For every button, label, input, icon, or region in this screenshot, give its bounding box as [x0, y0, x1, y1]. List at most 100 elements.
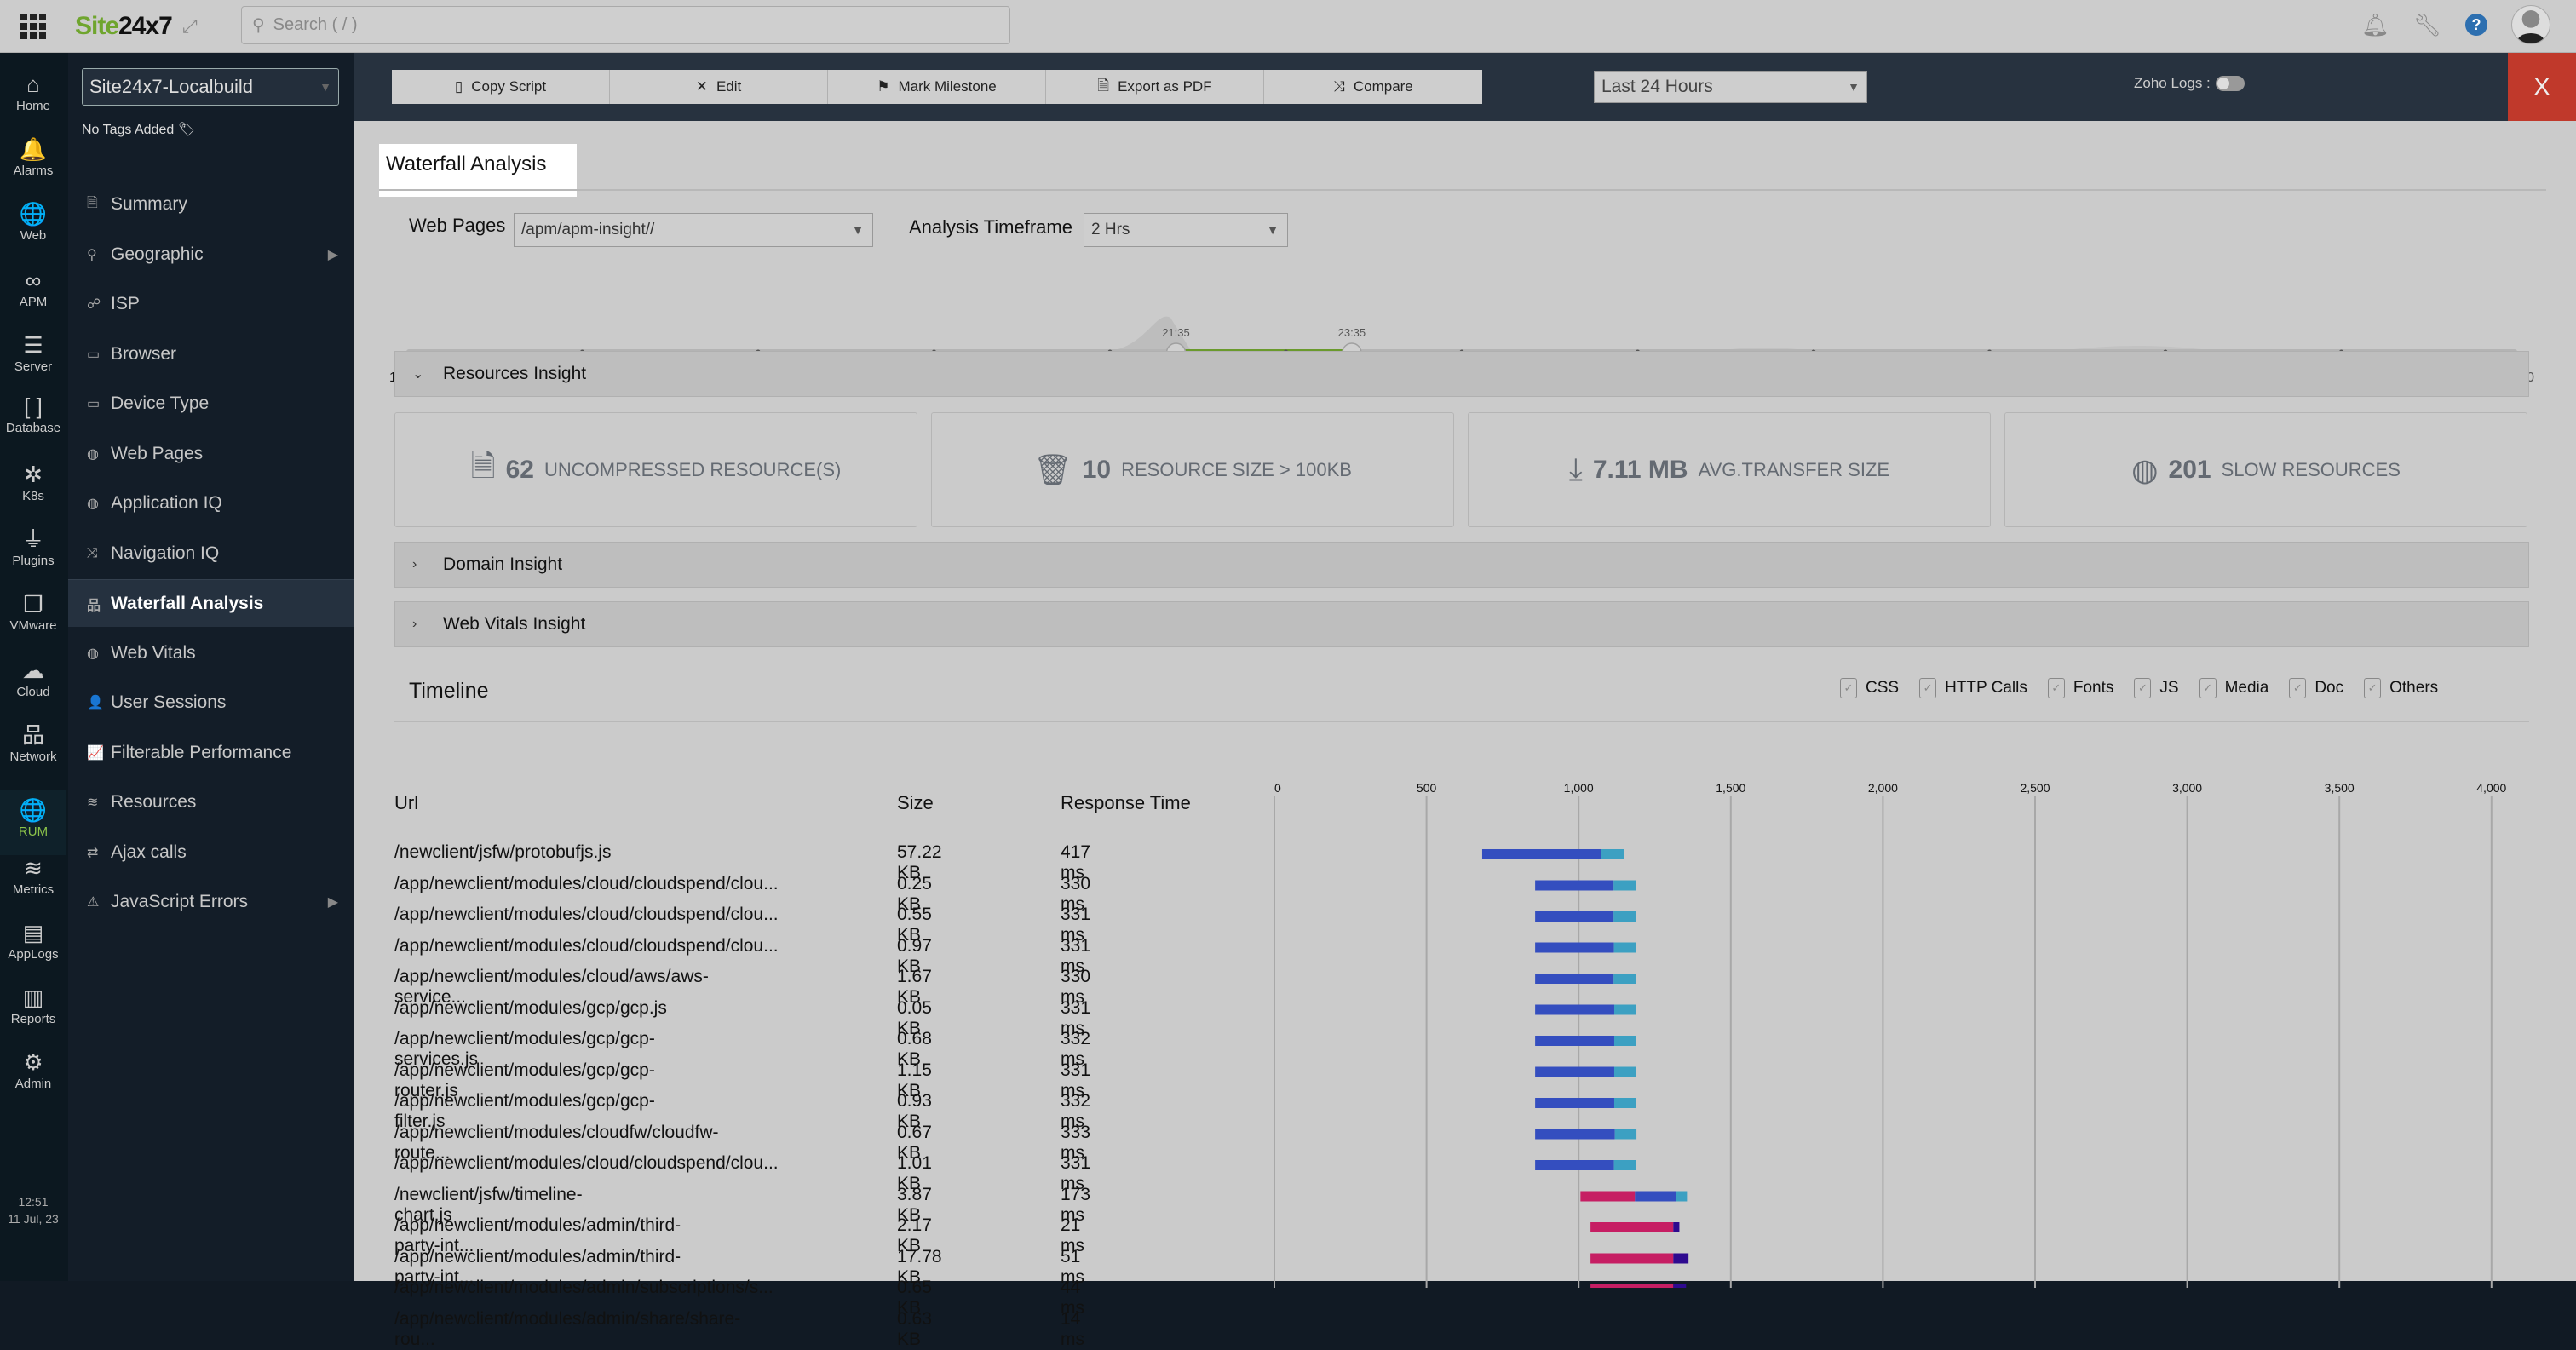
close-button[interactable]: X — [2508, 53, 2576, 121]
insight-card-avg-transfer-size[interactable]: ⤓ 7.11 MB AVG.TRANSFER SIZE — [1468, 412, 1991, 527]
row-url[interactable]: /app/newclient/modules/gcp/gcp.js — [394, 998, 667, 1019]
subnav-item-user-sessions[interactable]: 👤 User Sessions — [68, 679, 354, 727]
bar-segment-download[interactable] — [1614, 1129, 1637, 1140]
nav-applogs[interactable]: ▤ AppLogs — [0, 920, 66, 962]
expand-icon[interactable]: ⤢ — [182, 15, 198, 37]
bar-segment-wait[interactable] — [1590, 1284, 1674, 1288]
help-icon[interactable]: ? — [2465, 14, 2487, 36]
column-header-size[interactable]: Size — [897, 792, 934, 814]
bar-segment-connect[interactable] — [1481, 849, 1601, 859]
filter-css[interactable]: ✓ CSS — [1840, 678, 1899, 698]
column-header-response-time[interactable]: Response Time — [1061, 792, 1191, 814]
filter-fonts[interactable]: ✓ Fonts — [2047, 678, 2113, 698]
nav-server[interactable]: ☰ Server — [0, 332, 66, 374]
checkbox-fonts[interactable]: ✓ — [2047, 678, 2065, 698]
row-url[interactable]: /app/newclient/modules/cloud/cloudspend/… — [394, 874, 779, 894]
row-url[interactable]: /app/newclient/modules/admin/share/share… — [394, 1309, 740, 1350]
subnav-item-web-pages[interactable]: ◍ Web Pages — [68, 430, 354, 478]
copy-script-button[interactable]: ▯ Copy Script — [392, 70, 610, 104]
bar-segment-connect[interactable] — [1535, 880, 1614, 891]
row-url[interactable]: /app/newclient/modules/cloud/cloudspend/… — [394, 905, 779, 925]
subnav-item-web-vitals[interactable]: ◍ Web Vitals — [68, 629, 354, 677]
bar-segment-connect[interactable] — [1535, 1160, 1614, 1170]
wrench-icon[interactable]: 🔧︎ — [2413, 12, 2441, 38]
bar-segment-connect[interactable] — [1535, 1004, 1614, 1015]
nav-admin[interactable]: ⚙ Admin — [0, 1049, 66, 1091]
mark-milestone-button[interactable]: ⚑ Mark Milestone — [828, 70, 1046, 104]
bar-segment-download[interactable] — [1613, 880, 1636, 891]
filter-js[interactable]: ✓ JS — [2134, 678, 2179, 698]
nav-web[interactable]: 🌐 Web — [0, 201, 66, 243]
export-as-pdf-button[interactable]: 🗎 Export as PDF — [1046, 70, 1264, 104]
web-pages-select[interactable]: /apm/apm-insight// ▼ — [514, 213, 873, 247]
domain-insight-header[interactable]: › Domain Insight — [394, 542, 2529, 588]
bar-segment-download[interactable] — [1676, 1191, 1688, 1202]
subnav-item-isp[interactable]: ☍ ISP — [68, 280, 354, 328]
insight-card-slow-resources[interactable]: ◍ 201 SLOW RESOURCES — [2004, 412, 2527, 527]
bar-segment-download[interactable] — [1601, 849, 1624, 859]
row-url[interactable]: /app/newclient/modules/cloud/cloudspend/… — [394, 1153, 779, 1174]
bar-segment-download[interactable] — [1613, 1066, 1636, 1077]
subnav-item-browser[interactable]: ▭ Browser — [68, 330, 354, 378]
row-url[interactable]: /app/newclient/modules/cloud/cloudspend/… — [394, 936, 779, 956]
bar-segment-download[interactable] — [1613, 1160, 1636, 1170]
insight-card-resource-size-100kb[interactable]: 🗑 10 RESOURCE SIZE > 100KB — [931, 412, 1454, 527]
filter-media[interactable]: ✓ Media — [2199, 678, 2268, 698]
web-vitals-insight-header[interactable]: › Web Vitals Insight — [394, 601, 2529, 647]
nav-cloud[interactable]: ☁ Cloud — [0, 658, 66, 699]
nav-home[interactable]: ⌂ Home — [0, 72, 66, 113]
resources-insight-header[interactable]: ⌄ Resources Insight — [394, 351, 2529, 397]
bar-segment-other[interactable] — [1673, 1253, 1689, 1264]
nav-database[interactable]: [ ] Database — [0, 394, 66, 435]
bar-segment-download[interactable] — [1613, 1004, 1636, 1015]
checkbox-media[interactable]: ✓ — [2199, 678, 2217, 698]
edit-button[interactable]: ✕ Edit — [610, 70, 828, 104]
filter-others[interactable]: ✓ Others — [2364, 678, 2438, 698]
time-range-select[interactable]: Last 24 Hours ▼ — [1594, 71, 1867, 103]
column-header-url[interactable]: Url — [394, 792, 418, 814]
insight-card-uncompressed-resource-s[interactable]: 🗎 62 UNCOMPRESSED RESOURCE(S) — [394, 412, 917, 527]
bar-segment-other[interactable] — [1673, 1222, 1680, 1232]
bar-segment-connect[interactable] — [1535, 1129, 1615, 1140]
subnav-item-navigation-iq[interactable]: ⤨ Navigation IQ — [68, 530, 354, 577]
bar-segment-wait[interactable] — [1590, 1222, 1674, 1232]
nav-network[interactable]: 品 Network — [0, 722, 66, 764]
subnav-item-waterfall-analysis[interactable]: 品 Waterfall Analysis — [68, 579, 354, 627]
tags-label[interactable]: No Tags Added 🏷︎ — [82, 121, 195, 138]
subnav-item-filterable-performance[interactable]: 📈 Filterable Performance — [68, 729, 354, 777]
checkbox-http-calls[interactable]: ✓ — [1919, 678, 1937, 698]
subnav-item-geographic[interactable]: ⚲ Geographic ▶ — [68, 231, 354, 279]
bar-segment-connect[interactable] — [1535, 1036, 1614, 1046]
nav-plugins[interactable]: ⏚ Plugins — [0, 526, 66, 568]
nav-vmware[interactable]: ❐ VMware — [0, 591, 66, 633]
checkbox-doc[interactable]: ✓ — [2289, 678, 2307, 698]
bar-segment-connect[interactable] — [1535, 974, 1614, 984]
site24x7-logo[interactable]: Site24x7 — [75, 12, 173, 41]
nav-k8s[interactable]: ✲ K8s — [0, 462, 66, 503]
bar-segment-connect[interactable] — [1535, 911, 1614, 922]
bar-segment-connect[interactable] — [1635, 1191, 1676, 1202]
checkbox-js[interactable]: ✓ — [2134, 678, 2152, 698]
checkbox-others[interactable]: ✓ — [2364, 678, 2382, 698]
bar-segment-download[interactable] — [1613, 942, 1636, 953]
search-input[interactable]: ⚲ Search ( / ) — [241, 6, 1010, 44]
bar-segment-wait[interactable] — [1580, 1191, 1636, 1202]
compare-button[interactable]: ⤨ Compare — [1264, 70, 1482, 104]
nav-alarms[interactable]: 🔔 Alarms — [0, 136, 66, 178]
bell-icon[interactable]: 🔔︎ — [2361, 12, 2389, 38]
bar-segment-connect[interactable] — [1535, 942, 1614, 953]
avatar[interactable] — [2511, 5, 2550, 44]
apps-grid-icon[interactable] — [20, 14, 46, 39]
subnav-item-resources[interactable]: ≋ Resources — [68, 778, 354, 826]
monitor-select[interactable]: Site24x7-Localbuild ▼ — [82, 68, 339, 106]
subnav-item-device-type[interactable]: ▭ Device Type — [68, 380, 354, 428]
filter-doc[interactable]: ✓ Doc — [2289, 678, 2343, 698]
subnav-item-application-iq[interactable]: ◍ Application IQ — [68, 480, 354, 527]
checkbox-css[interactable]: ✓ — [1840, 678, 1857, 698]
nav-metrics[interactable]: ≋ Metrics — [0, 855, 66, 897]
row-url[interactable]: /newclient/jsfw/protobufjs.js — [394, 842, 611, 863]
analysis-timeframe-select[interactable]: 2 Hrs ▼ — [1084, 213, 1288, 247]
nav-apm[interactable]: ∞ APM — [0, 267, 66, 309]
filter-http-calls[interactable]: ✓ HTTP Calls — [1919, 678, 2027, 698]
nav-reports[interactable]: ▥ Reports — [0, 985, 66, 1026]
